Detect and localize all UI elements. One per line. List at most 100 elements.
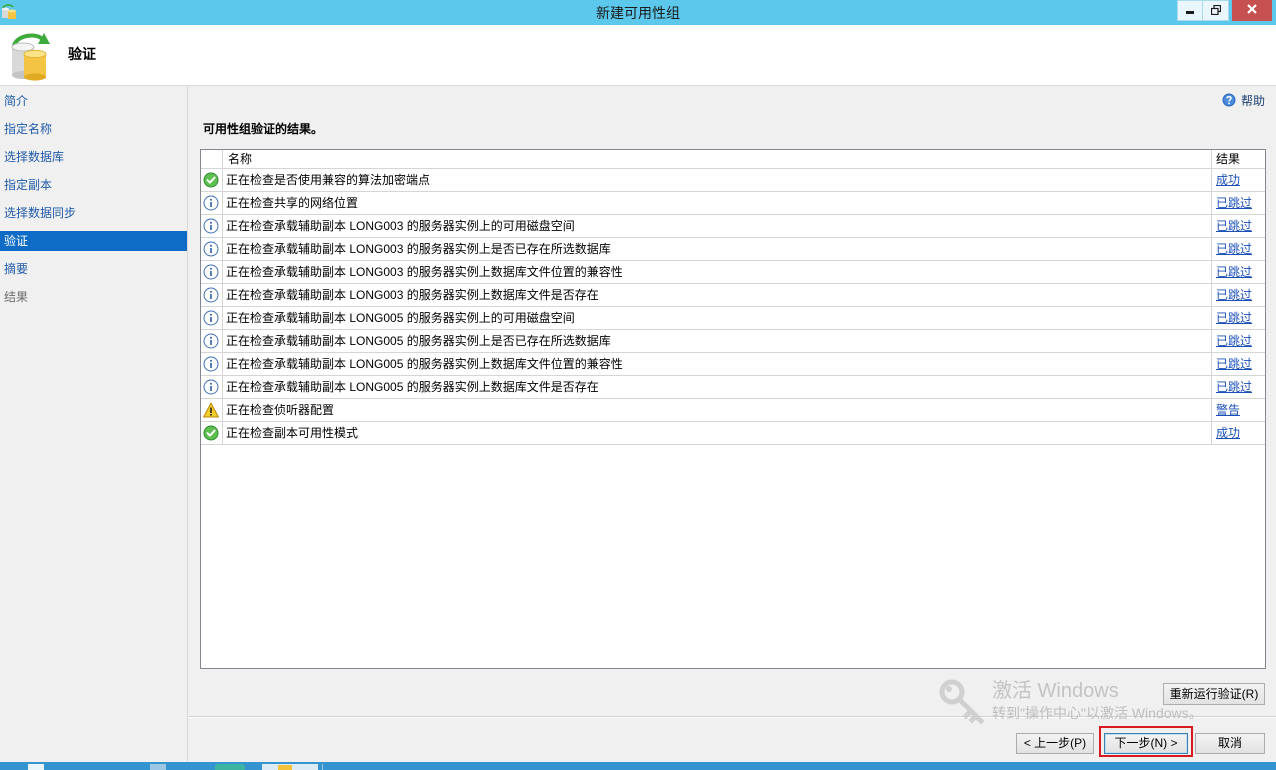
info-icon <box>203 356 219 372</box>
table-row[interactable]: 正在检查承载辅助副本 LONG003 的服务器实例上数据库文件是否存在 已跳过 <box>201 284 1265 307</box>
table-row[interactable]: 正在检查共享的网络位置 已跳过 <box>201 192 1265 215</box>
taskbar-separator <box>322 764 323 770</box>
section-title: 可用性组验证的结果。 <box>203 122 324 136</box>
table-row[interactable]: 正在检查承载辅助副本 LONG005 的服务器实例上数据库文件位置的兼容性 已跳… <box>201 353 1265 376</box>
nav-item-intro[interactable]: 简介 <box>0 91 187 111</box>
result-cell: 已跳过 <box>1212 376 1265 398</box>
help-label[interactable]: 帮助 <box>1241 94 1265 108</box>
validation-results-grid[interactable]: 名称 结果 正在检查是否使用兼容的算法加密端点 成功 正在检查共享的网络位置 已… <box>200 149 1266 669</box>
info-icon <box>203 287 219 303</box>
status-cell <box>201 192 223 214</box>
table-row[interactable]: 正在检查承载辅助副本 LONG003 的服务器实例上的可用磁盘空间 已跳过 <box>201 215 1265 238</box>
wizard-content: 帮助 可用性组验证的结果。 名称 结果 正在检查是否使用兼容的算法加密端点 成功… <box>189 86 1276 762</box>
check-name: 正在检查承载辅助副本 LONG005 的服务器实例上数据库文件是否存在 <box>223 376 1212 398</box>
result-link[interactable]: 已跳过 <box>1216 219 1252 233</box>
taskbar-item[interactable] <box>215 764 245 770</box>
result-cell: 成功 <box>1212 169 1265 191</box>
result-link[interactable]: 已跳过 <box>1216 265 1252 279</box>
table-row[interactable]: 正在检查承载辅助副本 LONG003 的服务器实例上数据库文件位置的兼容性 已跳… <box>201 261 1265 284</box>
rerun-validation-button[interactable]: 重新运行验证(R) <box>1163 683 1265 705</box>
check-name: 正在检查承载辅助副本 LONG003 的服务器实例上是否已存在所选数据库 <box>223 238 1212 260</box>
result-cell: 已跳过 <box>1212 353 1265 375</box>
result-link[interactable]: 已跳过 <box>1216 242 1252 256</box>
nav-item-specify-name[interactable]: 指定名称 <box>0 119 187 139</box>
column-header-status <box>201 150 223 168</box>
result-link[interactable]: 已跳过 <box>1216 196 1252 210</box>
grid-header: 名称 结果 <box>201 150 1265 169</box>
result-link[interactable]: 已跳过 <box>1216 357 1252 371</box>
status-cell <box>201 399 223 421</box>
minimize-icon <box>1185 4 1195 18</box>
taskbar-item[interactable] <box>150 764 166 770</box>
check-name: 正在检查副本可用性模式 <box>223 422 1212 444</box>
result-cell: 已跳过 <box>1212 261 1265 283</box>
result-link[interactable]: 已跳过 <box>1216 311 1252 325</box>
status-cell <box>201 353 223 375</box>
info-icon <box>203 379 219 395</box>
info-icon <box>203 218 219 234</box>
help-link[interactable]: 帮助 <box>1222 93 1265 108</box>
table-row[interactable]: 正在检查承载辅助副本 LONG005 的服务器实例上是否已存在所选数据库 已跳过 <box>201 330 1265 353</box>
table-row[interactable]: 正在检查承载辅助副本 LONG005 的服务器实例上数据库文件是否存在 已跳过 <box>201 376 1265 399</box>
result-link[interactable]: 成功 <box>1216 426 1240 440</box>
database-app-icon[interactable] <box>1 4 17 20</box>
check-name: 正在检查承载辅助副本 LONG005 的服务器实例上是否已存在所选数据库 <box>223 330 1212 352</box>
result-cell: 警告 <box>1212 399 1265 421</box>
status-cell <box>201 330 223 352</box>
nav-item-summary[interactable]: 摘要 <box>0 259 187 279</box>
title-bar[interactable]: 新建可用性组 <box>0 0 1276 25</box>
nav-item-results: 结果 <box>4 290 29 304</box>
table-row[interactable]: 正在检查承载辅助副本 LONG003 的服务器实例上是否已存在所选数据库 已跳过 <box>201 238 1265 261</box>
result-link[interactable]: 已跳过 <box>1216 288 1252 302</box>
next-button[interactable]: 下一步(N) > <box>1104 733 1188 754</box>
check-name: 正在检查承载辅助副本 LONG003 的服务器实例上数据库文件位置的兼容性 <box>223 261 1212 283</box>
status-cell <box>201 215 223 237</box>
restore-button[interactable] <box>1203 0 1229 21</box>
status-cell <box>201 261 223 283</box>
info-icon <box>203 241 219 257</box>
previous-button[interactable]: < 上一步(P) <box>1016 733 1094 754</box>
nav-item-specify-replicas[interactable]: 指定副本 <box>0 175 187 195</box>
wizard-header: 验证 <box>0 25 1276 86</box>
result-cell: 已跳过 <box>1212 307 1265 329</box>
table-row[interactable]: 正在检查副本可用性模式 成功 <box>201 422 1265 445</box>
check-name: 正在检查承载辅助副本 LONG003 的服务器实例上数据库文件是否存在 <box>223 284 1212 306</box>
info-icon <box>203 264 219 280</box>
info-icon <box>203 195 219 211</box>
nav-item-select-databases[interactable]: 选择数据库 <box>0 147 187 167</box>
result-link[interactable]: 已跳过 <box>1216 334 1252 348</box>
result-cell: 已跳过 <box>1212 215 1265 237</box>
status-cell <box>201 376 223 398</box>
taskbar-start-button[interactable] <box>28 764 44 770</box>
availability-group-icon <box>8 31 52 81</box>
nav-item-validation[interactable]: 验证 <box>0 231 187 251</box>
column-header-name: 名称 <box>223 150 1212 168</box>
wizard-nav: 简介 指定名称 选择数据库 指定副本 选择数据同步 验证 摘要 结果 <box>0 86 188 762</box>
check-name: 正在检查承载辅助副本 LONG005 的服务器实例上的可用磁盘空间 <box>223 307 1212 329</box>
status-cell <box>201 169 223 191</box>
result-link[interactable]: 已跳过 <box>1216 380 1252 394</box>
warning-icon <box>203 402 219 418</box>
info-icon <box>203 310 219 326</box>
check-name: 正在检查侦听器配置 <box>223 399 1212 421</box>
table-row[interactable]: 正在检查侦听器配置 警告 <box>201 399 1265 422</box>
taskbar-item-active[interactable] <box>262 764 318 770</box>
success-icon <box>203 172 219 188</box>
result-cell: 成功 <box>1212 422 1265 444</box>
result-link[interactable]: 警告 <box>1216 403 1240 417</box>
minimize-button[interactable] <box>1177 0 1203 21</box>
status-cell <box>201 284 223 306</box>
window-title: 新建可用性组 <box>596 5 680 21</box>
check-name: 正在检查是否使用兼容的算法加密端点 <box>223 169 1212 191</box>
success-icon <box>203 425 219 441</box>
result-cell: 已跳过 <box>1212 192 1265 214</box>
nav-item-data-sync[interactable]: 选择数据同步 <box>0 203 187 223</box>
restore-icon <box>1210 4 1221 18</box>
result-link[interactable]: 成功 <box>1216 173 1240 187</box>
table-row[interactable]: 正在检查承载辅助副本 LONG005 的服务器实例上的可用磁盘空间 已跳过 <box>201 307 1265 330</box>
check-name: 正在检查承载辅助副本 LONG003 的服务器实例上的可用磁盘空间 <box>223 215 1212 237</box>
table-row[interactable]: 正在检查是否使用兼容的算法加密端点 成功 <box>201 169 1265 192</box>
close-button[interactable] <box>1232 0 1272 21</box>
column-header-result: 结果 <box>1216 152 1241 166</box>
cancel-button[interactable]: 取消 <box>1195 733 1265 754</box>
